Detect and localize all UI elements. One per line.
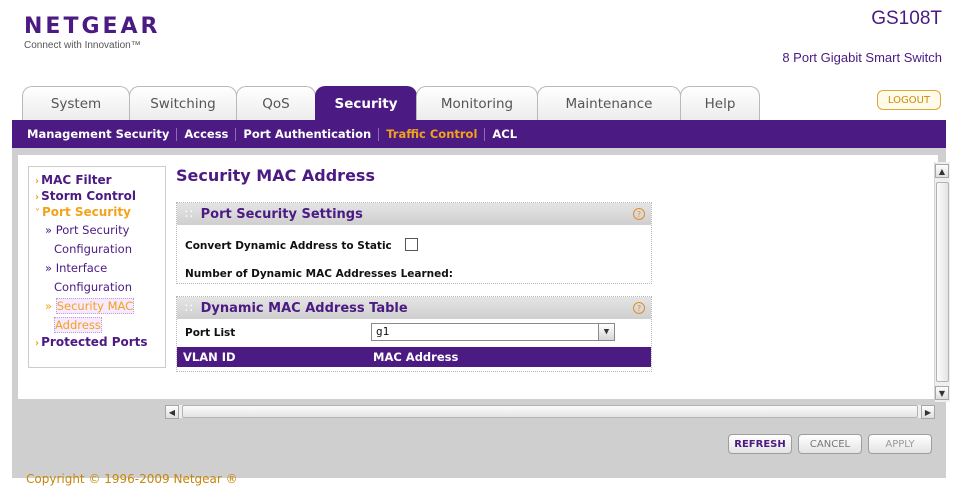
nav-protected-ports[interactable]: › Protected Ports <box>35 335 165 351</box>
page-title: Security MAC Address <box>176 166 375 185</box>
port-list-label: Port List <box>185 327 236 339</box>
nav-sub-label: Security MAC <box>55 298 135 314</box>
mac-table-header: VLAN ID MAC Address <box>177 347 651 367</box>
learned-label: Number of Dynamic MAC Addresses Learned: <box>185 268 453 280</box>
nav-storm-control[interactable]: › Storm Control <box>35 189 165 205</box>
double-chevron-icon: » <box>45 223 56 237</box>
horizontal-scrollbar[interactable]: ◀ ▶ <box>164 404 936 419</box>
column-vlan-id: VLAN ID <box>183 350 236 364</box>
nav-mac-filter-label: MAC Filter <box>41 173 112 187</box>
panel-title: Port Security Settings <box>200 206 363 222</box>
tab-help[interactable]: Help <box>680 86 760 120</box>
chevron-right-icon: › <box>35 176 40 187</box>
learned-row: Number of Dynamic MAC Addresses Learned: <box>185 262 453 281</box>
copyright-text: Copyright © 1996-2009 Netgear ® <box>26 472 238 486</box>
nav-protected-ports-label: Protected Ports <box>41 335 148 349</box>
tab-security[interactable]: Security <box>315 86 417 120</box>
grip-icon: ∷ <box>185 301 193 315</box>
panel-header: ∷ Port Security Settings ? <box>177 203 651 225</box>
subnav-acl[interactable]: ACL <box>485 127 524 141</box>
panel-title: Dynamic MAC Address Table <box>200 300 408 316</box>
nav-storm-control-label: Storm Control <box>41 189 136 203</box>
subnav-access[interactable]: Access <box>177 127 235 141</box>
convert-row: Convert Dynamic Address to Static <box>185 234 418 253</box>
scroll-right-icon[interactable]: ▶ <box>921 405 935 419</box>
double-chevron-icon: » <box>45 261 56 275</box>
port-list-row: Port List g1 ▼ <box>177 319 651 347</box>
left-navigation: › MAC Filter › Storm Control ˅ Port Securit… <box>28 166 166 368</box>
port-list-select[interactable]: g1 ▼ <box>371 323 615 341</box>
nav-sub-label-cont: Address <box>54 317 102 333</box>
nav-sub-label-cont: Configuration <box>54 242 132 256</box>
chevron-right-icon: › <box>35 192 40 203</box>
horizontal-scroll-thumb[interactable] <box>182 405 918 418</box>
subnav-management-security[interactable]: Management Security <box>20 127 176 141</box>
tab-system[interactable]: System <box>22 86 130 120</box>
nav-sub-label: Port Security <box>55 223 130 237</box>
convert-label: Convert Dynamic Address to Static <box>185 240 392 252</box>
dynamic-mac-table-panel: ∷ Dynamic MAC Address Table ? Port List … <box>176 296 652 372</box>
double-chevron-icon: » <box>45 299 56 313</box>
nav-port-security-configuration[interactable]: » Port Security Configuration <box>35 221 165 259</box>
nav-interface-configuration[interactable]: » Interface Configuration <box>35 259 165 297</box>
column-mac-address: MAC Address <box>373 350 459 364</box>
scroll-left-icon[interactable]: ◀ <box>165 405 179 419</box>
scroll-down-icon[interactable]: ▼ <box>935 386 949 400</box>
model-description: 8 Port Gigabit Smart Switch <box>782 50 942 65</box>
tab-qos[interactable]: QoS <box>236 86 316 120</box>
brand-name: NETGEAR <box>24 14 161 39</box>
nav-mac-filter[interactable]: › MAC Filter <box>35 173 165 189</box>
apply-button[interactable]: APPLY <box>868 434 932 454</box>
netgear-logo: NETGEAR Connect with Innovation™ <box>24 14 161 51</box>
subnav-port-authentication[interactable]: Port Authentication <box>236 127 378 141</box>
vertical-scroll-thumb[interactable] <box>936 182 949 382</box>
chevron-down-icon: ˅ <box>35 208 40 219</box>
nav-port-security-label: Port Security <box>42 205 131 219</box>
chevron-right-icon: › <box>35 338 40 349</box>
port-list-value: g1 <box>376 325 390 338</box>
nav-security-mac-address[interactable]: » Security MAC Address <box>35 297 165 335</box>
help-icon[interactable]: ? <box>633 302 645 314</box>
vertical-scrollbar[interactable]: ▲ ▼ <box>934 162 950 402</box>
nav-port-security[interactable]: ˅ Port Security <box>35 205 165 221</box>
tab-switching[interactable]: Switching <box>129 86 237 120</box>
grip-icon: ∷ <box>185 207 193 221</box>
sub-navigation: Management Security Access Port Authenti… <box>12 120 946 148</box>
convert-static-checkbox[interactable] <box>404 238 418 251</box>
subnav-traffic-control[interactable]: Traffic Control <box>379 127 484 141</box>
tab-monitoring[interactable]: Monitoring <box>416 86 538 120</box>
help-icon[interactable]: ? <box>633 208 645 220</box>
tab-maintenance[interactable]: Maintenance <box>537 86 681 120</box>
logout-button[interactable]: LOGOUT <box>877 90 941 110</box>
chevron-down-icon[interactable]: ▼ <box>598 324 614 340</box>
model-name: GS108T <box>871 8 942 29</box>
panel-header: ∷ Dynamic MAC Address Table ? <box>177 297 651 319</box>
refresh-button[interactable]: REFRESH <box>728 434 792 454</box>
brand-tagline: Connect with Innovation™ <box>24 40 141 51</box>
scroll-up-icon[interactable]: ▲ <box>935 164 949 178</box>
nav-sub-label: Interface <box>55 261 108 275</box>
cancel-button[interactable]: CANCEL <box>798 434 862 454</box>
port-security-settings-panel: ∷ Port Security Settings ? Convert Dynam… <box>176 202 652 284</box>
main-tabs: System Switching QoS Security Monitoring… <box>22 86 760 120</box>
nav-sub-label-cont: Configuration <box>54 280 132 294</box>
